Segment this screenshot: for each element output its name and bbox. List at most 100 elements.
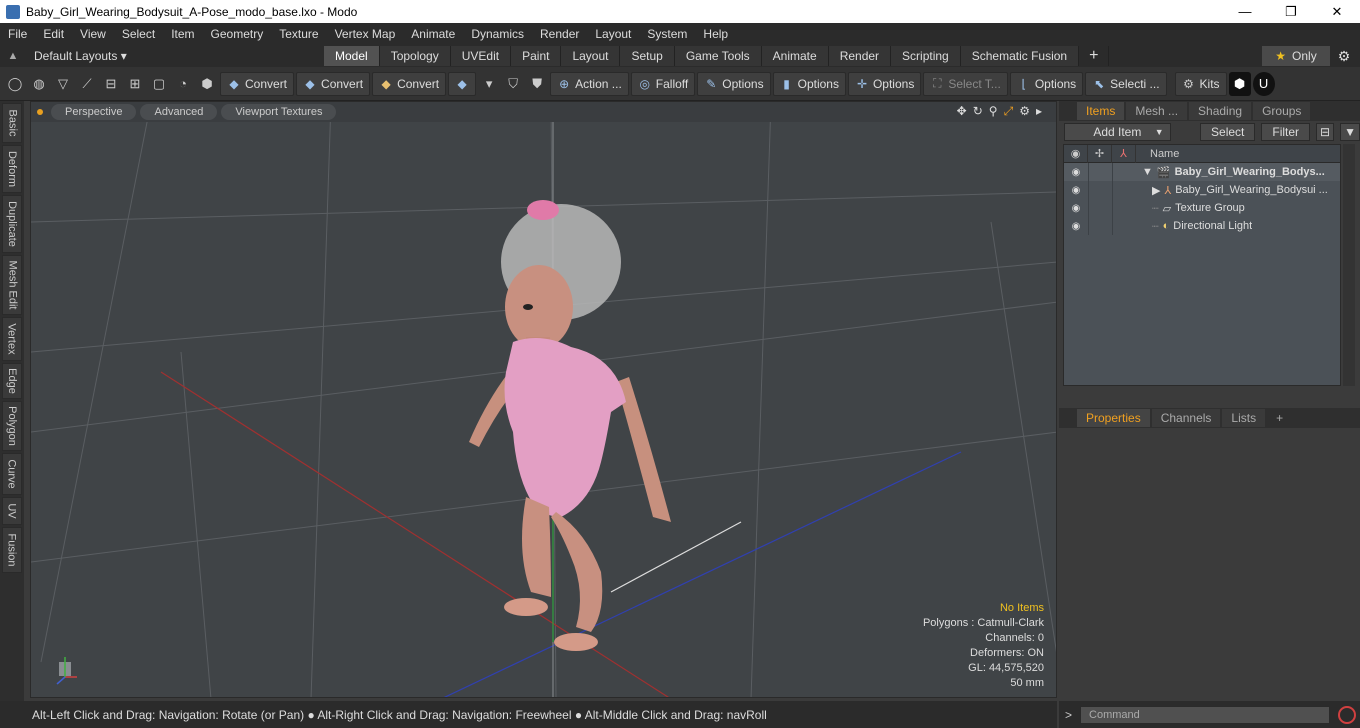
- pan-icon[interactable]: ✥: [957, 104, 967, 119]
- shield-icon[interactable]: ⬢: [196, 72, 218, 96]
- add-tab-button[interactable]: +: [1079, 46, 1110, 66]
- item-row-mesh[interactable]: ◉ ▶ ⅄ Baby_Girl_Wearing_Bodysui ...: [1064, 181, 1340, 199]
- menu-system[interactable]: System: [639, 23, 695, 45]
- pen-icon[interactable]: ▽: [52, 72, 74, 96]
- tab-mesh-edit[interactable]: Mesh Edit: [2, 255, 22, 315]
- tab-channels[interactable]: Channels: [1151, 409, 1221, 427]
- eye-icon[interactable]: ◉: [1064, 221, 1088, 232]
- selection-button[interactable]: ⬉ Selecti ...: [1085, 71, 1167, 96]
- menu-help[interactable]: Help: [695, 23, 736, 45]
- polygon-mode-icon[interactable]: ⊞: [124, 72, 146, 96]
- viewport-textures-tab[interactable]: Viewport Textures: [221, 104, 337, 120]
- unreal-icon[interactable]: U: [1252, 71, 1275, 96]
- tab-setup[interactable]: Setup: [620, 46, 675, 66]
- expand-icon[interactable]: ▸: [1036, 104, 1042, 119]
- tab-properties[interactable]: Properties: [1077, 409, 1150, 427]
- collapse-icon[interactable]: ⊟: [1316, 123, 1335, 141]
- menu-geometry[interactable]: Geometry: [203, 23, 272, 45]
- perspective-tab[interactable]: Perspective: [51, 104, 137, 120]
- options-button-3[interactable]: ✛ Options: [847, 71, 922, 96]
- menu-texture[interactable]: Texture: [271, 23, 326, 45]
- tab-animate[interactable]: Animate: [761, 46, 829, 66]
- tab-model[interactable]: Model: [324, 46, 380, 66]
- tab-fusion[interactable]: Fusion: [2, 527, 22, 573]
- command-input[interactable]: Command: [1080, 705, 1331, 724]
- cube-dropdown-button[interactable]: ◆: [448, 71, 477, 96]
- zoom-icon[interactable]: ⚲: [989, 104, 998, 119]
- options-button-2[interactable]: ▮ Options: [772, 71, 846, 96]
- convert-button-2[interactable]: ◆ Convert: [296, 71, 371, 96]
- 3d-viewport[interactable]: Perspective Advanced Viewport Textures ✥…: [30, 101, 1057, 698]
- falloff-button[interactable]: ◎ Falloff: [630, 71, 696, 96]
- tab-mesh[interactable]: Mesh ...: [1126, 102, 1188, 120]
- tab-deform[interactable]: Deform: [2, 145, 22, 193]
- expand-arrow-icon[interactable]: ▶: [1152, 184, 1160, 197]
- funnel-icon[interactable]: ▼: [1340, 123, 1360, 141]
- edge-mode-icon[interactable]: ⊟: [100, 72, 122, 96]
- tab-game-tools[interactable]: Game Tools: [674, 46, 762, 66]
- add-item-dropdown[interactable]: Add Item ▼: [1064, 123, 1171, 141]
- rotate-icon[interactable]: ↻: [973, 104, 983, 119]
- item-row-scene[interactable]: ◉ ▼ 🎬 Baby_Girl_Wearing_Bodys...: [1064, 163, 1340, 181]
- menu-edit[interactable]: Edit: [35, 23, 72, 45]
- expand-arrow-icon[interactable]: ▼: [1142, 166, 1153, 178]
- items-scrollbar[interactable]: [1343, 144, 1355, 386]
- collapse-up-icon[interactable]: ▲: [0, 50, 26, 62]
- visibility-column-icon[interactable]: ◉: [1064, 144, 1088, 163]
- menu-render[interactable]: Render: [532, 23, 587, 45]
- filter-button[interactable]: Filter: [1261, 123, 1311, 141]
- select-through-button[interactable]: ⛶ Select T...: [923, 71, 1008, 96]
- only-button[interactable]: ★ Only: [1262, 46, 1330, 66]
- snap-icon[interactable]: ⛊: [526, 72, 548, 96]
- tab-lists[interactable]: Lists: [1222, 409, 1266, 427]
- item-row-directional-light[interactable]: ◉ ┈ ◐ Directional Light: [1064, 217, 1340, 235]
- tab-curve[interactable]: Curve: [2, 453, 22, 495]
- tab-duplicate[interactable]: Duplicate: [2, 195, 22, 253]
- menu-item[interactable]: Item: [163, 23, 202, 45]
- add-panel-tab-button[interactable]: +: [1267, 409, 1292, 427]
- menu-layout[interactable]: Layout: [587, 23, 639, 45]
- fit-icon[interactable]: ⤢: [1004, 104, 1014, 119]
- tab-basic[interactable]: Basic: [2, 103, 22, 143]
- eye-icon[interactable]: ◉: [1064, 185, 1088, 196]
- maximize-button[interactable]: ❐: [1268, 0, 1314, 23]
- tab-edge[interactable]: Edge: [2, 363, 22, 399]
- tab-groups[interactable]: Groups: [1253, 102, 1311, 120]
- eye-icon[interactable]: ◉: [1064, 203, 1088, 214]
- vertex-mode-icon[interactable]: ◯: [4, 72, 26, 96]
- tab-items[interactable]: Items: [1077, 102, 1125, 120]
- options-button-1[interactable]: ✎ Options: [697, 71, 771, 96]
- sphere-mode-icon[interactable]: ◍: [28, 72, 50, 96]
- item-row-texture-group[interactable]: ◉ ┈ ▱ Texture Group: [1064, 199, 1340, 217]
- gear-icon[interactable]: ⚙: [1334, 46, 1354, 66]
- locator-column-icon[interactable]: ⅄: [1112, 144, 1136, 163]
- menu-file[interactable]: File: [0, 23, 35, 45]
- lock-column-icon[interactable]: ✢: [1088, 144, 1112, 163]
- record-icon[interactable]: [1338, 705, 1357, 724]
- tab-vertex[interactable]: Vertex: [2, 317, 22, 361]
- convert-button-1[interactable]: ◆ Convert: [220, 71, 295, 96]
- close-button[interactable]: ✕: [1314, 0, 1360, 23]
- menu-select[interactable]: Select: [114, 23, 163, 45]
- tab-polygon[interactable]: Polygon: [2, 401, 22, 451]
- item-mode-icon[interactable]: ▢: [148, 72, 170, 96]
- minimize-button[interactable]: —: [1222, 0, 1268, 23]
- material-mode-icon[interactable]: ◔: [172, 72, 194, 96]
- tab-topology[interactable]: Topology: [379, 46, 451, 66]
- select-button[interactable]: Select: [1200, 123, 1256, 141]
- name-column-header[interactable]: Name: [1136, 148, 1179, 160]
- tab-layout[interactable]: Layout: [561, 46, 621, 66]
- symmetry-icon[interactable]: ⛉: [502, 72, 524, 96]
- chevron-down-icon[interactable]: ▾: [478, 72, 500, 96]
- tab-render[interactable]: Render: [828, 46, 892, 66]
- tab-scripting[interactable]: Scripting: [891, 46, 961, 66]
- tab-uv[interactable]: UV: [2, 497, 22, 525]
- tab-shading[interactable]: Shading: [1189, 102, 1252, 120]
- tab-schematic-fusion[interactable]: Schematic Fusion: [960, 46, 1080, 66]
- action-center-button[interactable]: ⊕ Action ...: [550, 71, 629, 96]
- convert-button-3[interactable]: ◆ Convert: [372, 71, 447, 96]
- tab-paint[interactable]: Paint: [511, 46, 562, 66]
- unity-icon[interactable]: ⬢: [1228, 71, 1251, 96]
- menu-vertex-map[interactable]: Vertex Map: [327, 23, 404, 45]
- tab-uvedit[interactable]: UVEdit: [450, 46, 512, 66]
